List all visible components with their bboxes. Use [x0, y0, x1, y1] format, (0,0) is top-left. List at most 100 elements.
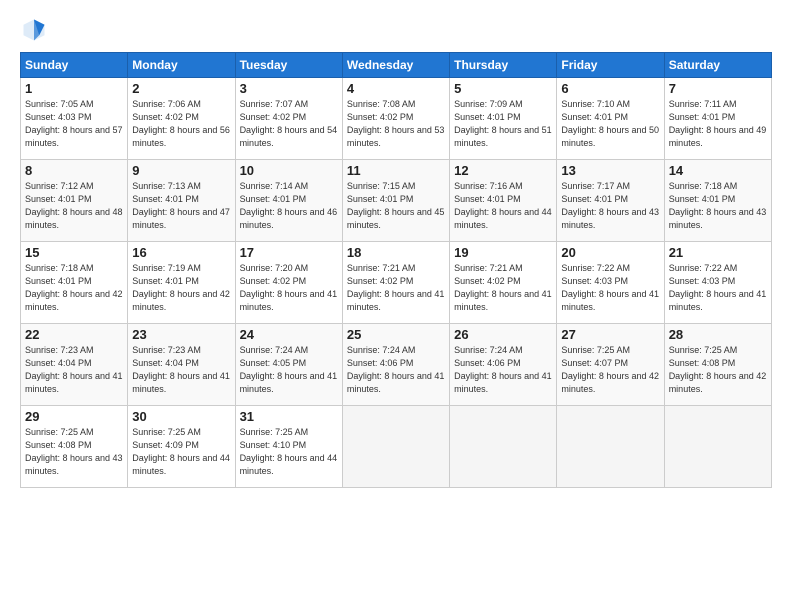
day-number: 6	[561, 81, 659, 96]
day-detail: Sunrise: 7:07 AM Sunset: 4:02 PM Dayligh…	[240, 98, 338, 150]
calendar-cell: 8 Sunrise: 7:12 AM Sunset: 4:01 PM Dayli…	[21, 160, 128, 242]
day-detail: Sunrise: 7:16 AM Sunset: 4:01 PM Dayligh…	[454, 180, 552, 232]
calendar-week-row: 1 Sunrise: 7:05 AM Sunset: 4:03 PM Dayli…	[21, 78, 772, 160]
day-detail: Sunrise: 7:25 AM Sunset: 4:10 PM Dayligh…	[240, 426, 338, 478]
header	[20, 16, 772, 44]
calendar-cell: 4 Sunrise: 7:08 AM Sunset: 4:02 PM Dayli…	[342, 78, 449, 160]
day-number: 7	[669, 81, 767, 96]
day-detail: Sunrise: 7:25 AM Sunset: 4:08 PM Dayligh…	[25, 426, 123, 478]
day-number: 29	[25, 409, 123, 424]
calendar-cell: 13 Sunrise: 7:17 AM Sunset: 4:01 PM Dayl…	[557, 160, 664, 242]
calendar-cell: 10 Sunrise: 7:14 AM Sunset: 4:01 PM Dayl…	[235, 160, 342, 242]
calendar-cell: 7 Sunrise: 7:11 AM Sunset: 4:01 PM Dayli…	[664, 78, 771, 160]
day-detail: Sunrise: 7:22 AM Sunset: 4:03 PM Dayligh…	[561, 262, 659, 314]
day-number: 30	[132, 409, 230, 424]
day-detail: Sunrise: 7:06 AM Sunset: 4:02 PM Dayligh…	[132, 98, 230, 150]
day-number: 17	[240, 245, 338, 260]
day-detail: Sunrise: 7:05 AM Sunset: 4:03 PM Dayligh…	[25, 98, 123, 150]
day-detail: Sunrise: 7:24 AM Sunset: 4:06 PM Dayligh…	[454, 344, 552, 396]
day-number: 21	[669, 245, 767, 260]
day-number: 12	[454, 163, 552, 178]
day-number: 11	[347, 163, 445, 178]
calendar-cell: 17 Sunrise: 7:20 AM Sunset: 4:02 PM Dayl…	[235, 242, 342, 324]
day-number: 13	[561, 163, 659, 178]
calendar-cell: 14 Sunrise: 7:18 AM Sunset: 4:01 PM Dayl…	[664, 160, 771, 242]
calendar-cell	[557, 406, 664, 488]
calendar-cell: 19 Sunrise: 7:21 AM Sunset: 4:02 PM Dayl…	[450, 242, 557, 324]
day-detail: Sunrise: 7:09 AM Sunset: 4:01 PM Dayligh…	[454, 98, 552, 150]
day-number: 24	[240, 327, 338, 342]
day-detail: Sunrise: 7:11 AM Sunset: 4:01 PM Dayligh…	[669, 98, 767, 150]
day-detail: Sunrise: 7:25 AM Sunset: 4:09 PM Dayligh…	[132, 426, 230, 478]
calendar-cell	[450, 406, 557, 488]
calendar-cell: 27 Sunrise: 7:25 AM Sunset: 4:07 PM Dayl…	[557, 324, 664, 406]
col-header-monday: Monday	[128, 53, 235, 78]
day-detail: Sunrise: 7:22 AM Sunset: 4:03 PM Dayligh…	[669, 262, 767, 314]
col-header-friday: Friday	[557, 53, 664, 78]
calendar-cell: 9 Sunrise: 7:13 AM Sunset: 4:01 PM Dayli…	[128, 160, 235, 242]
calendar-cell: 22 Sunrise: 7:23 AM Sunset: 4:04 PM Dayl…	[21, 324, 128, 406]
day-number: 4	[347, 81, 445, 96]
calendar-cell: 6 Sunrise: 7:10 AM Sunset: 4:01 PM Dayli…	[557, 78, 664, 160]
calendar-cell: 23 Sunrise: 7:23 AM Sunset: 4:04 PM Dayl…	[128, 324, 235, 406]
day-number: 15	[25, 245, 123, 260]
day-number: 14	[669, 163, 767, 178]
day-detail: Sunrise: 7:12 AM Sunset: 4:01 PM Dayligh…	[25, 180, 123, 232]
day-number: 8	[25, 163, 123, 178]
calendar-cell	[342, 406, 449, 488]
day-number: 2	[132, 81, 230, 96]
day-number: 28	[669, 327, 767, 342]
calendar-cell	[664, 406, 771, 488]
calendar-week-row: 29 Sunrise: 7:25 AM Sunset: 4:08 PM Dayl…	[21, 406, 772, 488]
day-detail: Sunrise: 7:23 AM Sunset: 4:04 PM Dayligh…	[25, 344, 123, 396]
day-detail: Sunrise: 7:18 AM Sunset: 4:01 PM Dayligh…	[25, 262, 123, 314]
calendar-table: SundayMondayTuesdayWednesdayThursdayFrid…	[20, 52, 772, 488]
day-detail: Sunrise: 7:13 AM Sunset: 4:01 PM Dayligh…	[132, 180, 230, 232]
day-detail: Sunrise: 7:10 AM Sunset: 4:01 PM Dayligh…	[561, 98, 659, 150]
day-detail: Sunrise: 7:25 AM Sunset: 4:07 PM Dayligh…	[561, 344, 659, 396]
day-number: 3	[240, 81, 338, 96]
day-number: 9	[132, 163, 230, 178]
day-detail: Sunrise: 7:08 AM Sunset: 4:02 PM Dayligh…	[347, 98, 445, 150]
calendar-cell: 25 Sunrise: 7:24 AM Sunset: 4:06 PM Dayl…	[342, 324, 449, 406]
day-detail: Sunrise: 7:21 AM Sunset: 4:02 PM Dayligh…	[347, 262, 445, 314]
logo	[20, 16, 52, 44]
day-detail: Sunrise: 7:25 AM Sunset: 4:08 PM Dayligh…	[669, 344, 767, 396]
day-number: 5	[454, 81, 552, 96]
logo-icon	[20, 16, 48, 44]
day-detail: Sunrise: 7:14 AM Sunset: 4:01 PM Dayligh…	[240, 180, 338, 232]
calendar-week-row: 8 Sunrise: 7:12 AM Sunset: 4:01 PM Dayli…	[21, 160, 772, 242]
day-detail: Sunrise: 7:24 AM Sunset: 4:05 PM Dayligh…	[240, 344, 338, 396]
calendar-cell: 3 Sunrise: 7:07 AM Sunset: 4:02 PM Dayli…	[235, 78, 342, 160]
day-number: 25	[347, 327, 445, 342]
calendar-cell: 16 Sunrise: 7:19 AM Sunset: 4:01 PM Dayl…	[128, 242, 235, 324]
calendar-cell: 29 Sunrise: 7:25 AM Sunset: 4:08 PM Dayl…	[21, 406, 128, 488]
calendar-week-row: 22 Sunrise: 7:23 AM Sunset: 4:04 PM Dayl…	[21, 324, 772, 406]
col-header-tuesday: Tuesday	[235, 53, 342, 78]
calendar-cell: 24 Sunrise: 7:24 AM Sunset: 4:05 PM Dayl…	[235, 324, 342, 406]
calendar-cell: 31 Sunrise: 7:25 AM Sunset: 4:10 PM Dayl…	[235, 406, 342, 488]
calendar-cell: 30 Sunrise: 7:25 AM Sunset: 4:09 PM Dayl…	[128, 406, 235, 488]
col-header-wednesday: Wednesday	[342, 53, 449, 78]
day-number: 31	[240, 409, 338, 424]
page-container: SundayMondayTuesdayWednesdayThursdayFrid…	[0, 0, 792, 498]
day-number: 23	[132, 327, 230, 342]
day-detail: Sunrise: 7:24 AM Sunset: 4:06 PM Dayligh…	[347, 344, 445, 396]
day-detail: Sunrise: 7:20 AM Sunset: 4:02 PM Dayligh…	[240, 262, 338, 314]
calendar-week-row: 15 Sunrise: 7:18 AM Sunset: 4:01 PM Dayl…	[21, 242, 772, 324]
col-header-sunday: Sunday	[21, 53, 128, 78]
calendar-cell: 15 Sunrise: 7:18 AM Sunset: 4:01 PM Dayl…	[21, 242, 128, 324]
day-detail: Sunrise: 7:17 AM Sunset: 4:01 PM Dayligh…	[561, 180, 659, 232]
calendar-cell: 11 Sunrise: 7:15 AM Sunset: 4:01 PM Dayl…	[342, 160, 449, 242]
day-detail: Sunrise: 7:23 AM Sunset: 4:04 PM Dayligh…	[132, 344, 230, 396]
calendar-cell: 2 Sunrise: 7:06 AM Sunset: 4:02 PM Dayli…	[128, 78, 235, 160]
day-detail: Sunrise: 7:18 AM Sunset: 4:01 PM Dayligh…	[669, 180, 767, 232]
day-number: 20	[561, 245, 659, 260]
day-number: 26	[454, 327, 552, 342]
day-number: 22	[25, 327, 123, 342]
col-header-saturday: Saturday	[664, 53, 771, 78]
calendar-cell: 21 Sunrise: 7:22 AM Sunset: 4:03 PM Dayl…	[664, 242, 771, 324]
day-detail: Sunrise: 7:15 AM Sunset: 4:01 PM Dayligh…	[347, 180, 445, 232]
day-detail: Sunrise: 7:21 AM Sunset: 4:02 PM Dayligh…	[454, 262, 552, 314]
day-number: 27	[561, 327, 659, 342]
